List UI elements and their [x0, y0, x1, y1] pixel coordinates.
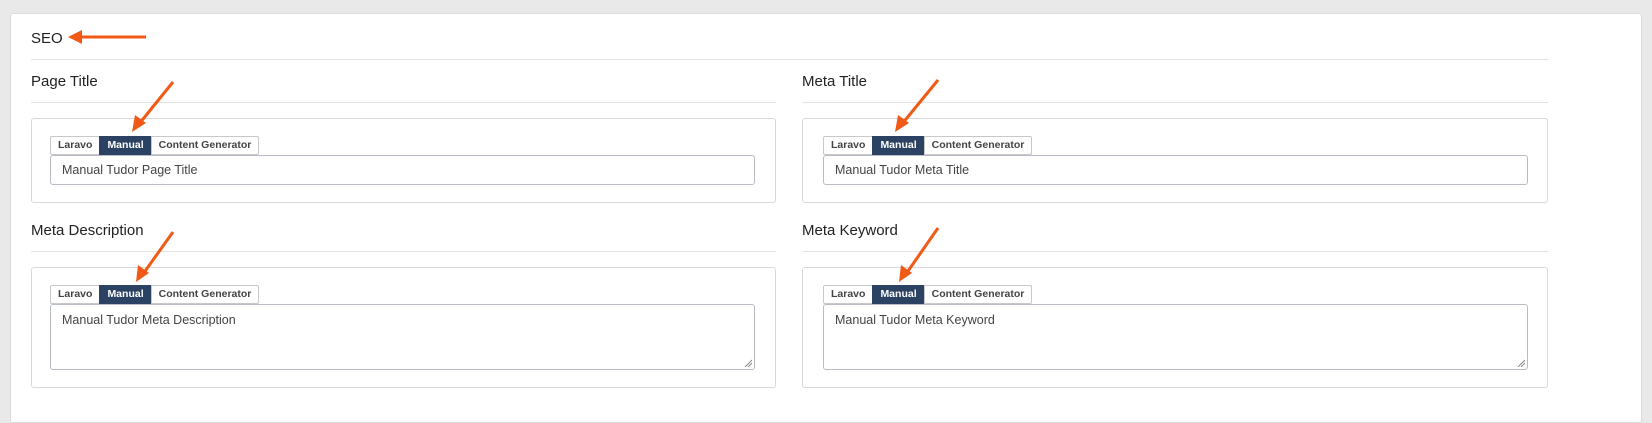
- tab-laravo[interactable]: Laravo: [50, 285, 100, 304]
- tab-manual[interactable]: Manual: [872, 136, 924, 155]
- page-title-source-tabs: Laravo Manual Content Generator: [50, 136, 260, 155]
- tab-content-generator[interactable]: Content Generator: [150, 285, 260, 304]
- tab-content-generator[interactable]: Content Generator: [923, 136, 1033, 155]
- arrow-down-left-icon: [132, 81, 175, 132]
- divider: [31, 59, 1548, 60]
- meta-keyword-value: Manual Tudor Meta Keyword: [835, 313, 995, 327]
- tab-manual[interactable]: Manual: [872, 285, 924, 304]
- meta-title-input[interactable]: Manual Tudor Meta Title: [823, 155, 1528, 185]
- arrow-down-left-icon: [899, 227, 940, 282]
- meta-description-source-tabs: Laravo Manual Content Generator: [50, 285, 260, 304]
- page-title-input[interactable]: Manual Tudor Page Title: [50, 155, 755, 185]
- tab-content-generator[interactable]: Content Generator: [150, 136, 260, 155]
- meta-title-heading: Meta Title: [802, 73, 868, 90]
- meta-keyword-textarea[interactable]: Manual Tudor Meta Keyword: [823, 304, 1528, 370]
- arrow-down-left-icon: [136, 231, 175, 282]
- tab-manual[interactable]: Manual: [99, 136, 151, 155]
- meta-keyword-heading: Meta Keyword: [802, 222, 898, 239]
- meta-description-textarea[interactable]: Manual Tudor Meta Description: [50, 304, 755, 370]
- seo-section-title: SEO: [31, 30, 63, 47]
- meta-title-source-tabs: Laravo Manual Content Generator: [823, 136, 1033, 155]
- resize-grip-icon[interactable]: [1517, 359, 1525, 367]
- meta-description-heading: Meta Description: [31, 222, 144, 239]
- arrow-left-icon: [68, 30, 146, 44]
- tab-manual[interactable]: Manual: [99, 285, 151, 304]
- arrow-down-left-icon: [895, 79, 940, 132]
- meta-keyword-source-tabs: Laravo Manual Content Generator: [823, 285, 1033, 304]
- meta-description-value: Manual Tudor Meta Description: [62, 313, 236, 327]
- tab-content-generator[interactable]: Content Generator: [923, 285, 1033, 304]
- tab-laravo[interactable]: Laravo: [50, 136, 100, 155]
- tab-laravo[interactable]: Laravo: [823, 136, 873, 155]
- resize-grip-icon[interactable]: [744, 359, 752, 367]
- page-title-heading: Page Title: [31, 73, 98, 90]
- tab-laravo[interactable]: Laravo: [823, 285, 873, 304]
